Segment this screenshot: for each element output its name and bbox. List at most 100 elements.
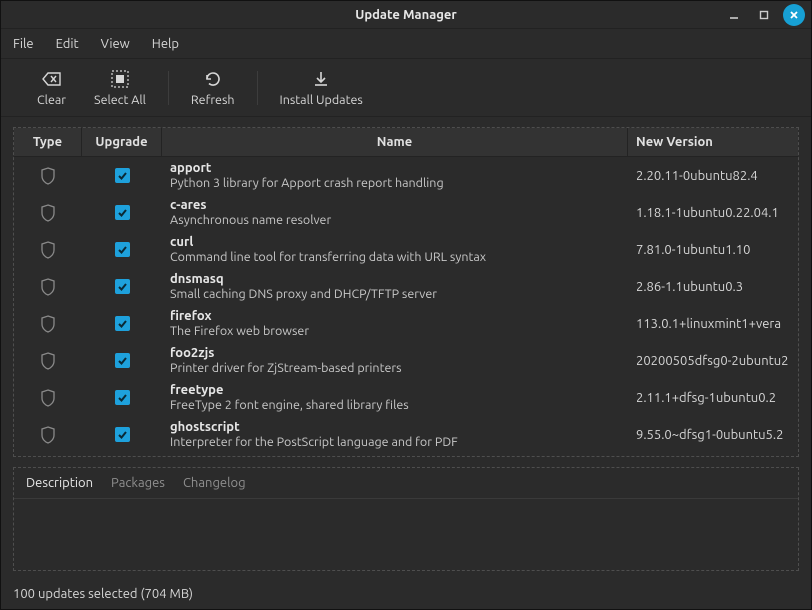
col-header-type[interactable]: Type — [14, 128, 82, 156]
upgrade-checkbox[interactable] — [115, 427, 130, 442]
refresh-button[interactable]: Refresh — [177, 59, 249, 116]
minimize-icon — [728, 9, 740, 21]
updates-table: Type Upgrade Name New Version apportPyth… — [13, 127, 799, 457]
shield-icon — [40, 315, 56, 333]
type-cell — [14, 416, 82, 453]
tab-changelog[interactable]: Changelog — [183, 476, 246, 490]
package-description: Python 3 library for Apport crash report… — [170, 176, 620, 190]
col-header-name[interactable]: Name — [162, 128, 628, 156]
menu-edit[interactable]: Edit — [56, 37, 79, 51]
package-version: 113.0.1+linuxmint1+vera — [636, 317, 781, 331]
package-name: apport — [170, 161, 620, 176]
col-header-version[interactable]: New Version — [628, 128, 798, 156]
details-content — [14, 499, 798, 570]
table-row[interactable]: freetypeFreeType 2 font engine, shared l… — [14, 379, 798, 416]
menubar: File Edit View Help — [1, 29, 811, 59]
upgrade-cell — [82, 342, 162, 379]
table-row[interactable]: curlCommand line tool for transferring d… — [14, 231, 798, 268]
install-updates-button[interactable]: Install Updates — [266, 59, 377, 116]
package-name: curl — [170, 235, 620, 250]
upgrade-checkbox[interactable] — [115, 242, 130, 257]
shield-icon — [40, 426, 56, 444]
table-row[interactable]: foo2zjsPrinter driver for ZjStream-based… — [14, 342, 798, 379]
version-cell: 20200505dfsg0-2ubuntu2 — [628, 342, 798, 379]
name-cell: dnsmasqSmall caching DNS proxy and DHCP/… — [162, 268, 628, 305]
package-version: 2.11.1+dfsg-1ubuntu0.2 — [636, 391, 776, 405]
table-row[interactable]: ghostscriptInterpreter for the PostScrip… — [14, 416, 798, 453]
clear-button[interactable]: Clear — [23, 59, 80, 116]
close-button[interactable] — [783, 4, 805, 26]
table-row[interactable]: apportPython 3 library for Apport crash … — [14, 157, 798, 194]
upgrade-cell — [82, 194, 162, 231]
select-all-label: Select All — [94, 93, 146, 107]
minimize-button[interactable] — [723, 4, 745, 26]
upgrade-cell — [82, 268, 162, 305]
name-cell: apportPython 3 library for Apport crash … — [162, 157, 628, 194]
version-cell: 2.11.1+dfsg-1ubuntu0.2 — [628, 379, 798, 416]
type-cell — [14, 231, 82, 268]
upgrade-checkbox[interactable] — [115, 316, 130, 331]
upgrade-cell — [82, 379, 162, 416]
type-cell — [14, 379, 82, 416]
type-cell — [14, 342, 82, 379]
col-header-upgrade[interactable]: Upgrade — [82, 128, 162, 156]
upgrade-checkbox[interactable] — [115, 279, 130, 294]
upgrade-checkbox[interactable] — [115, 353, 130, 368]
statusbar: 100 updates selected (704 MB) — [1, 579, 811, 609]
table-header: Type Upgrade Name New Version — [14, 128, 798, 157]
package-version: 7.81.0-1ubuntu1.10 — [636, 243, 750, 257]
name-cell: ghostscriptInterpreter for the PostScrip… — [162, 416, 628, 453]
menu-file[interactable]: File — [13, 37, 34, 51]
name-cell: c-aresAsynchronous name resolver — [162, 194, 628, 231]
package-name: ghostscript — [170, 420, 620, 435]
window-title: Update Manager — [1, 8, 811, 22]
details-panel: Description Packages Changelog — [13, 467, 799, 571]
tab-packages[interactable]: Packages — [111, 476, 165, 490]
refresh-label: Refresh — [191, 93, 235, 107]
package-description: FreeType 2 font engine, shared library f… — [170, 398, 620, 412]
package-version: 20200505dfsg0-2ubuntu2 — [636, 354, 789, 368]
table-body[interactable]: apportPython 3 library for Apport crash … — [14, 157, 798, 453]
package-description: Small caching DNS proxy and DHCP/TFTP se… — [170, 287, 620, 301]
upgrade-checkbox[interactable] — [115, 205, 130, 220]
package-version: 9.55.0~dfsg1-0ubuntu5.2 — [636, 428, 783, 442]
update-manager-window: Update Manager File Edit View Help Clear — [0, 0, 812, 610]
version-cell: 2.86-1.1ubuntu0.3 — [628, 268, 798, 305]
upgrade-cell — [82, 157, 162, 194]
toolbar: Clear Select All Refresh Install Updates — [1, 59, 811, 117]
upgrade-cell — [82, 305, 162, 342]
table-row[interactable]: dnsmasqSmall caching DNS proxy and DHCP/… — [14, 268, 798, 305]
upgrade-cell — [82, 231, 162, 268]
details-tabs: Description Packages Changelog — [14, 468, 798, 499]
type-cell — [14, 157, 82, 194]
name-cell: firefoxThe Firefox web browser — [162, 305, 628, 342]
titlebar: Update Manager — [1, 1, 811, 29]
version-cell: 9.55.0~dfsg1-0ubuntu5.2 — [628, 416, 798, 453]
upgrade-cell — [82, 416, 162, 453]
version-cell: 2.20.11-0ubuntu82.4 — [628, 157, 798, 194]
menu-help[interactable]: Help — [152, 37, 179, 51]
shield-icon — [40, 352, 56, 370]
type-cell — [14, 194, 82, 231]
status-text: 100 updates selected (704 MB) — [13, 587, 193, 601]
package-description: Command line tool for transferring data … — [170, 250, 620, 264]
maximize-icon — [758, 9, 770, 21]
maximize-button[interactable] — [753, 4, 775, 26]
toolbar-separator — [257, 71, 258, 105]
select-all-icon — [111, 69, 129, 89]
table-row[interactable]: c-aresAsynchronous name resolver1.18.1-1… — [14, 194, 798, 231]
shield-icon — [40, 241, 56, 259]
package-version: 2.20.11-0ubuntu82.4 — [636, 169, 758, 183]
table-row[interactable]: firefoxThe Firefox web browser 113.0.1+li… — [14, 305, 798, 342]
tab-description[interactable]: Description — [26, 476, 93, 490]
upgrade-checkbox[interactable] — [115, 168, 130, 183]
upgrade-checkbox[interactable] — [115, 390, 130, 405]
window-controls — [723, 4, 805, 26]
name-cell: curlCommand line tool for transferring d… — [162, 231, 628, 268]
menu-view[interactable]: View — [101, 37, 130, 51]
refresh-icon — [204, 69, 222, 89]
package-description: The Firefox web browser — [170, 324, 620, 338]
select-all-button[interactable]: Select All — [80, 59, 160, 116]
package-name: firefox — [170, 309, 620, 324]
shield-icon — [40, 278, 56, 296]
